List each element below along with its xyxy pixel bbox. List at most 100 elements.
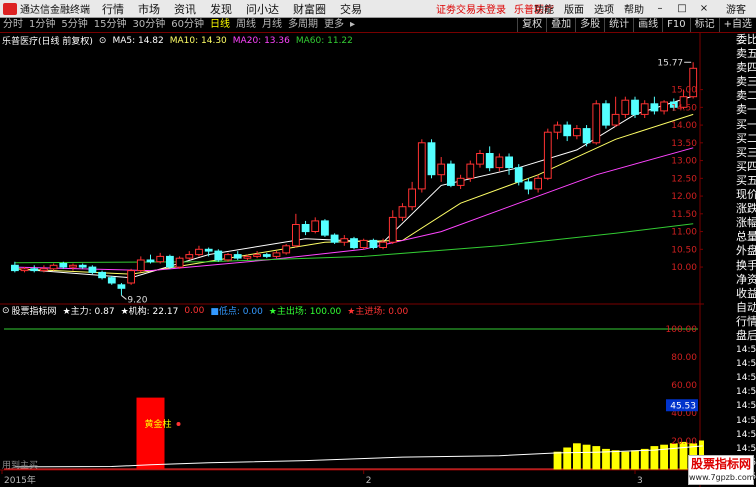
mark-button[interactable]: 标记: [689, 18, 719, 32]
side-panel-item: 委比: [736, 33, 756, 46]
candle-body: [262, 254, 271, 257]
indicator-low-label: ■低点: 0.00: [210, 307, 263, 317]
price-tick-label: 11.50: [671, 210, 697, 220]
menu-item-discover[interactable]: 发现: [210, 1, 232, 17]
period-tab-15min[interactable]: 15分钟: [91, 18, 130, 32]
menu-item-quotes[interactable]: 行情: [102, 1, 124, 17]
candle-body: [11, 264, 19, 272]
side-panel-item: 外盘: [736, 244, 756, 258]
period-toolbar: 分时 1分钟 5分钟 15分钟 30分钟 60分钟 日线 周线 月线 多周期 更…: [0, 18, 756, 33]
candle-body: [582, 128, 591, 144]
period-tab-weekly[interactable]: 周线: [233, 18, 259, 32]
date-tick-label: 2: [366, 476, 372, 486]
period-tab-60min[interactable]: 60分钟: [168, 18, 207, 32]
candle-body: [476, 153, 484, 165]
adjust-button[interactable]: 复权: [517, 18, 546, 32]
indicator-entry-label: ★主进场: 0.00: [347, 307, 409, 317]
candle-body: [156, 255, 165, 263]
period-tab-intraday[interactable]: 分时: [0, 18, 26, 32]
price-tick-label: 13.00: [671, 157, 697, 167]
menu-item-wealth[interactable]: 财富圈: [293, 1, 326, 17]
app-logo-icon: [3, 2, 17, 15]
draw-line-button[interactable]: 画线: [633, 18, 662, 32]
period-tab-30min[interactable]: 30分钟: [129, 18, 168, 32]
more-arrow-icon[interactable]: ▸: [347, 18, 358, 32]
period-tab-multi[interactable]: 多周期: [285, 18, 321, 32]
candle-body: [136, 259, 145, 272]
menu-item-market[interactable]: 市场: [138, 1, 160, 17]
quote-side-panel: 委比 卖五 卖四 卖三 卖二 卖一 买一 买二 买三 买四 买五 现价 涨跌 涨幅 总量 外盘 换手 净资 收益 自动…: [736, 33, 756, 487]
indicator-bar: [669, 443, 678, 470]
candle-body: [543, 131, 552, 179]
menu-item-options[interactable]: 选项: [594, 1, 614, 16]
indicator-settings-icon[interactable]: ⊙: [2, 306, 10, 316]
candle-body: [166, 255, 174, 268]
side-panel-item: 14:50: [736, 401, 756, 412]
menu-item-ask[interactable]: 问小达: [246, 1, 279, 17]
price-tick-label: 12.50: [671, 174, 697, 184]
period-tab-1min[interactable]: 1分钟: [26, 18, 58, 32]
menu-item-help[interactable]: 帮助: [624, 1, 644, 16]
period-tab-5min[interactable]: 5分钟: [58, 18, 90, 32]
menu-item-news[interactable]: 资讯: [174, 1, 196, 17]
candle-body: [127, 270, 135, 284]
side-panel-item: 卖四: [736, 61, 756, 75]
indicator-bar: [631, 450, 639, 470]
candle-body: [49, 264, 58, 270]
f10-button[interactable]: F10: [662, 18, 689, 32]
period-tab-daily[interactable]: 日线: [207, 18, 233, 32]
candle-body: [59, 263, 68, 268]
maximize-icon[interactable]: □: [676, 3, 688, 14]
ma-settings-icon[interactable]: ⊙: [99, 36, 107, 46]
menu-item-functions[interactable]: 功能: [534, 1, 554, 16]
menu-item-layout[interactable]: 版面: [564, 1, 584, 16]
statistics-button[interactable]: 统计: [604, 18, 633, 32]
minimize-icon[interactable]: –: [654, 3, 666, 14]
indicator-legend: ⊙ 股票指标网 ★主力: 0.87 ★机构: 22.17 0.00 ■低点: 0…: [0, 304, 414, 318]
side-panel-item: 净资: [736, 272, 756, 286]
period-tab-monthly[interactable]: 月线: [259, 18, 285, 32]
candle-body: [224, 254, 232, 261]
side-panel-item: 涨幅: [736, 216, 756, 230]
candle-body: [214, 250, 223, 261]
price-tick-label: 14.00: [671, 121, 697, 131]
indicator-bar: [582, 444, 591, 470]
candle-body: [369, 239, 378, 248]
candle-body: [650, 103, 659, 112]
guest-label[interactable]: 游客: [726, 1, 746, 16]
price-tick-label: 15.00: [671, 86, 697, 96]
side-panel-item: 14:56: [736, 429, 756, 440]
candle-body: [175, 257, 184, 268]
watermark-badge: 股票指标网 www.7gpzb.com: [688, 455, 755, 485]
side-panel-item: 盘后: [736, 328, 756, 342]
indicator-name[interactable]: 股票指标网: [12, 304, 57, 317]
add-watchlist-button[interactable]: +自选: [718, 18, 756, 32]
menu-item-trade[interactable]: 交易: [340, 1, 362, 17]
overlay-button[interactable]: 叠加: [546, 18, 575, 32]
close-icon[interactable]: ×: [698, 3, 710, 14]
price-tick-label: 10.00: [671, 263, 697, 273]
candle-body: [40, 268, 48, 272]
price-axis: 15.00 14.50 14.00 13.50 13.00 12.50 12.00 11.50…: [671, 86, 703, 273]
indicator-bar: [611, 450, 620, 470]
indicator-bar: [573, 443, 581, 470]
candle-body: [592, 103, 601, 144]
ma60-label: MA60: 11.22: [295, 35, 353, 46]
multi-stock-button[interactable]: 多股: [575, 18, 604, 32]
candle-body: [185, 254, 194, 259]
side-panel-item: 行情: [736, 314, 756, 328]
indicator-exit-label: ★主出场: 100.00: [268, 307, 342, 317]
gold-bar-dot: [176, 422, 181, 426]
candle-body: [311, 220, 320, 232]
candle-body: [427, 142, 436, 176]
candle-body: [301, 224, 310, 233]
indicator-main-label: ★主力: 0.87: [62, 307, 115, 317]
side-panel-item: 14:50: [736, 387, 756, 398]
price-tick-label: 12.00: [671, 192, 697, 202]
period-tab-more[interactable]: 更多: [321, 18, 347, 32]
toolbar-right: 复权 叠加 多股 统计 画线 F10 标记 +自选: [517, 18, 756, 32]
candle-body: [69, 264, 77, 268]
kline-chart[interactable]: 15.00 14.50 14.00 13.50 13.00 12.50 12.00 11.50…: [0, 33, 704, 487]
login-alert[interactable]: 证劵交易未登录: [436, 1, 506, 16]
date-tick-label: 3: [637, 476, 643, 486]
